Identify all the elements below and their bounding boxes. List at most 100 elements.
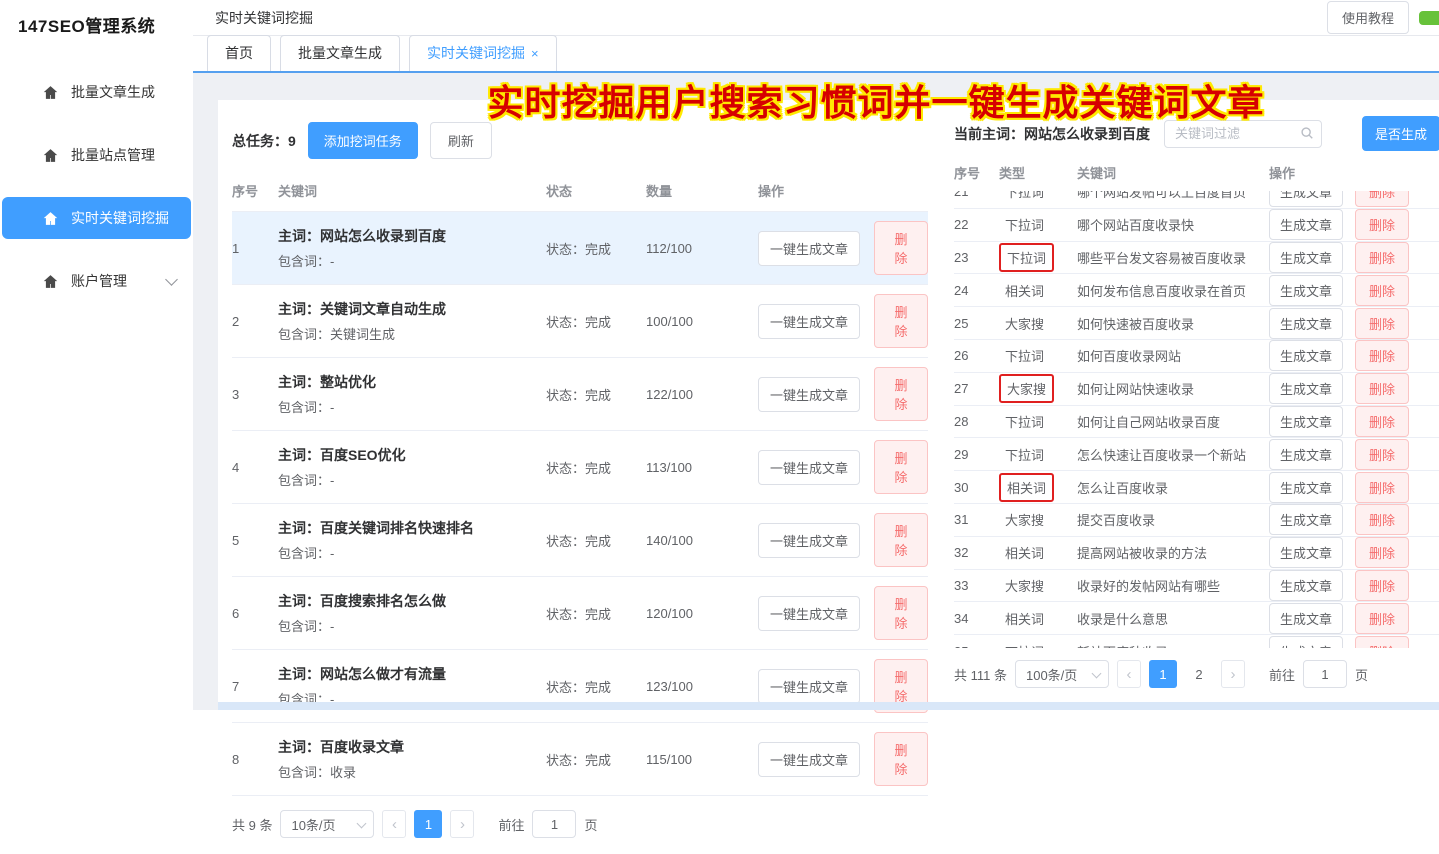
- keyword-table-row[interactable]: 31 大家搜 提交百度收录 生成文章 删除: [954, 504, 1439, 537]
- task-table-row[interactable]: 5 主词：百度关键词排名快速排名 包含词：- 状态：完成 140/100 一键生…: [232, 504, 928, 577]
- goto-page-input[interactable]: [532, 810, 576, 838]
- generate-article-button[interactable]: 生成文章: [1269, 191, 1343, 207]
- generate-article-button[interactable]: 一键生成文章: [758, 377, 860, 412]
- close-icon[interactable]: ×: [531, 46, 539, 61]
- goto-page-input[interactable]: [1303, 660, 1347, 688]
- generate-article-button[interactable]: 生成文章: [1269, 308, 1343, 339]
- sidebar-item-batch-site[interactable]: 批量站点管理: [2, 134, 191, 176]
- generate-article-button[interactable]: 一键生成文章: [758, 523, 860, 558]
- delete-button[interactable]: 删除: [874, 513, 928, 567]
- keyword-table-row[interactable]: 25 大家搜 如何快速被百度收录 生成文章 删除: [954, 307, 1439, 340]
- delete-button[interactable]: 删除: [1355, 209, 1409, 240]
- keyword-table-row[interactable]: 27 大家搜 如何让网站快速收录 生成文章 删除: [954, 373, 1439, 406]
- delete-button[interactable]: 删除: [1355, 603, 1409, 634]
- keyword-table-row[interactable]: 35 下拉词 新站百度秒收录 生成文章 删除: [954, 635, 1439, 648]
- generate-article-button[interactable]: 生成文章: [1269, 373, 1343, 404]
- delete-button[interactable]: 删除: [1355, 275, 1409, 306]
- delete-button[interactable]: 删除: [874, 732, 928, 786]
- generate-article-button[interactable]: 生成文章: [1269, 242, 1343, 273]
- prev-page-button[interactable]: ‹: [382, 810, 406, 838]
- keyword-text: 如何百度收录网站: [1077, 346, 1269, 365]
- generate-article-button[interactable]: 一键生成文章: [758, 231, 860, 266]
- add-task-button[interactable]: 添加挖词任务: [308, 122, 418, 159]
- keyword-table-row[interactable]: 29 下拉词 怎么快速让百度收录一个新站 生成文章 删除: [954, 438, 1439, 471]
- tab-realtime-keyword[interactable]: 实时关键词挖掘×: [409, 35, 557, 71]
- generate-article-button[interactable]: 一键生成文章: [758, 304, 860, 339]
- generate-article-button[interactable]: 一键生成文章: [758, 450, 860, 485]
- generate-article-button[interactable]: 生成文章: [1269, 636, 1343, 648]
- keyword-table-row[interactable]: 21 下拉词 哪个网站发帖可以上百度首页 生成文章 删除: [954, 191, 1439, 209]
- delete-button[interactable]: 删除: [1355, 191, 1409, 207]
- generate-article-button[interactable]: 生成文章: [1269, 472, 1343, 503]
- delete-button[interactable]: 删除: [874, 440, 928, 494]
- horizontal-scrollbar[interactable]: [218, 702, 1439, 710]
- generate-article-button[interactable]: 生成文章: [1269, 340, 1343, 371]
- delete-button[interactable]: 删除: [874, 586, 928, 640]
- keyword-type-text: 相关词: [999, 606, 1050, 631]
- delete-button[interactable]: 删除: [1355, 570, 1409, 601]
- page-number-button[interactable]: 1: [414, 810, 442, 838]
- delete-button[interactable]: 删除: [1355, 373, 1409, 404]
- generate-article-button[interactable]: 生成文章: [1269, 209, 1343, 240]
- task-table-row[interactable]: 6 主词：百度搜索排名怎么做 包含词：- 状态：完成 120/100 一键生成文…: [232, 577, 928, 650]
- delete-button[interactable]: 删除: [1355, 340, 1409, 371]
- tab-home[interactable]: 首页: [207, 35, 271, 71]
- generate-article-button[interactable]: 一键生成文章: [758, 669, 860, 704]
- tab-batch-article[interactable]: 批量文章生成: [280, 35, 400, 71]
- keyword-table-row[interactable]: 32 相关词 提高网站被收录的方法 生成文章 删除: [954, 537, 1439, 570]
- tutorial-button[interactable]: 使用教程: [1327, 1, 1409, 34]
- keyword-table-row[interactable]: 22 下拉词 哪个网站百度收录快 生成文章 删除: [954, 209, 1439, 242]
- delete-button[interactable]: 删除: [1355, 472, 1409, 503]
- next-page-button[interactable]: ›: [450, 810, 474, 838]
- generate-article-button[interactable]: 生成文章: [1269, 439, 1343, 470]
- row-index: 6: [232, 606, 278, 621]
- generate-article-button[interactable]: 一键生成文章: [758, 596, 860, 631]
- task-table-row[interactable]: 1 主词：网站怎么收录到百度 包含词：- 状态：完成 112/100 一键生成文…: [232, 212, 928, 285]
- search-icon: [1300, 126, 1314, 140]
- delete-button[interactable]: 删除: [874, 367, 928, 421]
- generate-article-button[interactable]: 生成文章: [1269, 537, 1343, 568]
- page-size-select[interactable]: 100条/页: [1015, 660, 1109, 688]
- generate-article-button[interactable]: 生成文章: [1269, 504, 1343, 535]
- delete-button[interactable]: 删除: [874, 294, 928, 348]
- delete-button[interactable]: 删除: [1355, 242, 1409, 273]
- goto-label: 前往: [498, 815, 524, 834]
- generate-article-button[interactable]: 一键生成文章: [758, 742, 860, 777]
- sidebar-item-realtime-keyword[interactable]: 实时关键词挖掘: [2, 197, 191, 239]
- generate-article-button[interactable]: 生成文章: [1269, 603, 1343, 634]
- delete-button[interactable]: 删除: [1355, 636, 1409, 648]
- page-size-select[interactable]: 10条/页: [280, 810, 374, 838]
- delete-button[interactable]: 删除: [1355, 537, 1409, 568]
- row-actions: 生成文章 删除: [1269, 472, 1439, 503]
- sidebar-item-account[interactable]: 账户管理: [2, 260, 191, 302]
- task-table-row[interactable]: 3 主词：整站优化 包含词：- 状态：完成 122/100 一键生成文章 删除: [232, 358, 928, 431]
- green-button[interactable]: [1419, 11, 1439, 25]
- delete-button[interactable]: 删除: [874, 221, 928, 275]
- row-actions: 生成文章 删除: [1269, 603, 1439, 634]
- keyword-table-row[interactable]: 34 相关词 收录是什么意思 生成文章 删除: [954, 602, 1439, 635]
- page-number-button[interactable]: 2: [1185, 660, 1213, 688]
- keyword-table-row[interactable]: 26 下拉词 如何百度收录网站 生成文章 删除: [954, 340, 1439, 373]
- refresh-button[interactable]: 刷新: [430, 122, 492, 159]
- keyword-table-row[interactable]: 28 下拉词 如何让自己网站收录百度 生成文章 删除: [954, 406, 1439, 439]
- delete-button[interactable]: 删除: [1355, 308, 1409, 339]
- keyword-table-row[interactable]: 24 相关词 如何发布信息百度收录在首页 生成文章 删除: [954, 274, 1439, 307]
- task-table-row[interactable]: 8 主词：百度收录文章 包含词：收录 状态：完成 115/100 一键生成文章 …: [232, 723, 928, 796]
- sidebar-item-batch-article[interactable]: 批量文章生成: [2, 71, 191, 113]
- page-number-button[interactable]: 1: [1149, 660, 1177, 688]
- delete-button[interactable]: 删除: [1355, 406, 1409, 437]
- generate-article-button[interactable]: 生成文章: [1269, 570, 1343, 601]
- generate-article-button[interactable]: 生成文章: [1269, 275, 1343, 306]
- generate-article-button[interactable]: 生成文章: [1269, 406, 1343, 437]
- keyword-table-row[interactable]: 33 大家搜 收录好的发帖网站有哪些 生成文章 删除: [954, 570, 1439, 603]
- keyword-table-row[interactable]: 30 相关词 怎么让百度收录 生成文章 删除: [954, 471, 1439, 504]
- prev-page-button[interactable]: ‹: [1117, 660, 1141, 688]
- delete-button[interactable]: 删除: [1355, 504, 1409, 535]
- delete-button[interactable]: 删除: [1355, 439, 1409, 470]
- keyword-table-row[interactable]: 23 下拉词 哪些平台发文容易被百度收录 生成文章 删除: [954, 242, 1439, 275]
- task-table-row[interactable]: 2 主词：关键词文章自动生成 包含词：关键词生成 状态：完成 100/100 一…: [232, 285, 928, 358]
- keyword-type-cell: 下拉词: [999, 639, 1077, 648]
- task-table-row[interactable]: 7 主词：网站怎么做才有流量 包含词：- 状态：完成 123/100 一键生成文…: [232, 650, 928, 723]
- next-page-button[interactable]: ›: [1221, 660, 1245, 688]
- task-table-row[interactable]: 4 主词：百度SEO优化 包含词：- 状态：完成 113/100 一键生成文章 …: [232, 431, 928, 504]
